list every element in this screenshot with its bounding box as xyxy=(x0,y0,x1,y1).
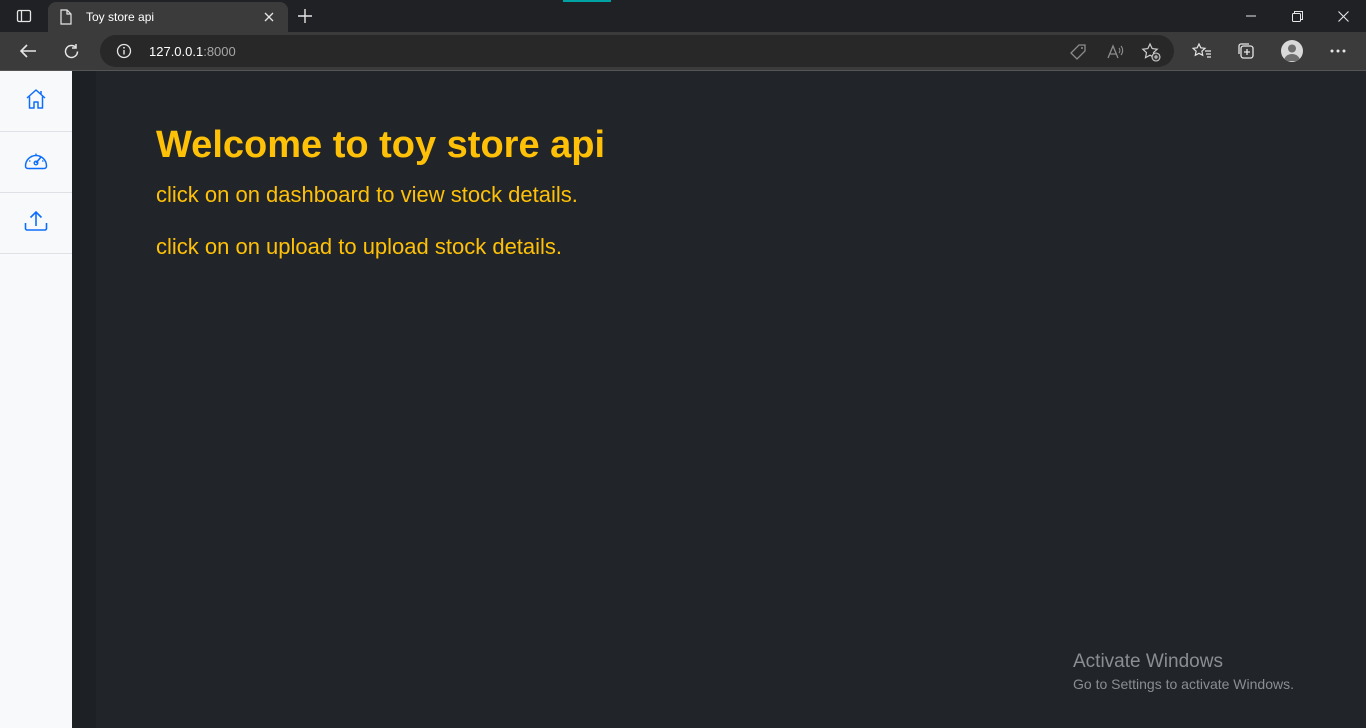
sidebar-item-dashboard[interactable] xyxy=(0,132,72,193)
tab-title: Toy store api xyxy=(86,10,155,24)
sidebar-item-home[interactable] xyxy=(0,71,72,132)
browser-toolbar: 127.0.0.1:8000 xyxy=(0,32,1366,70)
back-icon[interactable] xyxy=(13,36,43,66)
new-tab-icon[interactable] xyxy=(292,4,318,28)
tabstrip-accent xyxy=(563,0,611,2)
url-port: :8000 xyxy=(203,44,236,59)
tag-icon[interactable] xyxy=(1068,42,1088,62)
minimize-icon[interactable] xyxy=(1228,0,1274,32)
page-title: Welcome to toy store api xyxy=(156,124,606,166)
profile-avatar-icon[interactable] xyxy=(1281,40,1303,62)
upload-icon xyxy=(23,209,49,238)
upload-instruction: click on on upload to upload stock detai… xyxy=(156,234,563,259)
main-content: Welcome to toy store api click on on das… xyxy=(96,71,1366,728)
page-icon xyxy=(58,9,74,25)
site-info-icon[interactable] xyxy=(116,43,132,59)
refresh-icon[interactable] xyxy=(56,36,86,66)
browser-tab[interactable]: Toy store api xyxy=(48,2,288,32)
sidebar xyxy=(0,71,72,728)
url-host: 127.0.0.1 xyxy=(149,44,204,59)
sidebar-item-upload[interactable] xyxy=(0,193,72,254)
favorites-icon[interactable] xyxy=(1190,39,1214,63)
browser-titlebar: Toy store api xyxy=(0,0,1366,32)
collections-icon[interactable] xyxy=(1234,39,1258,63)
tab-close-icon[interactable] xyxy=(260,8,278,26)
home-icon xyxy=(24,87,48,116)
dashboard-icon xyxy=(23,149,49,176)
watermark-subtitle: Go to Settings to activate Windows. xyxy=(1073,676,1294,692)
close-window-icon[interactable] xyxy=(1320,0,1366,32)
sidebar-divider xyxy=(72,71,96,728)
watermark-title: Activate Windows xyxy=(1073,651,1223,672)
add-favorite-icon[interactable] xyxy=(1141,42,1161,62)
restore-icon[interactable] xyxy=(1274,0,1320,32)
address-url: 127.0.0.1:8000 xyxy=(149,44,236,59)
address-bar[interactable]: 127.0.0.1:8000 xyxy=(100,35,1174,67)
activate-windows-watermark: Activate Windows Go to Settings to activ… xyxy=(1073,651,1294,692)
window-controls xyxy=(1228,0,1366,32)
tab-actions-icon[interactable] xyxy=(8,4,40,28)
read-aloud-icon[interactable] xyxy=(1105,42,1125,62)
dashboard-instruction: click on on dashboard to view stock deta… xyxy=(156,182,578,207)
more-options-icon[interactable] xyxy=(1326,39,1350,63)
